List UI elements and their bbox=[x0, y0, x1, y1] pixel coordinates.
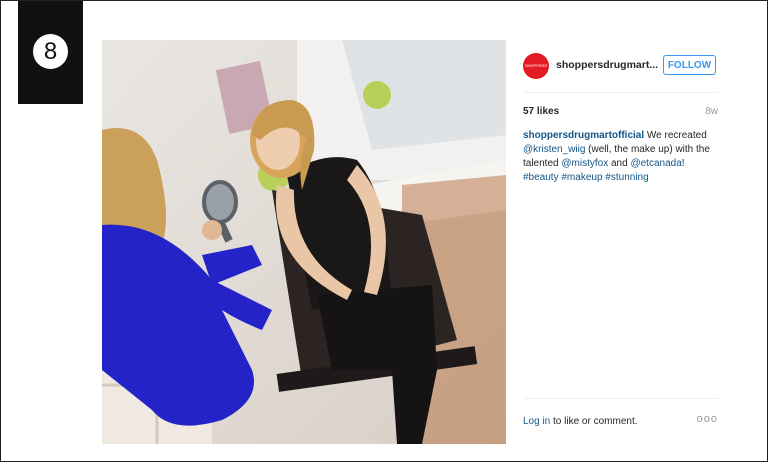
likes-count[interactable]: 57 likes bbox=[523, 106, 559, 117]
hashtag-link[interactable]: #stunning bbox=[605, 172, 648, 183]
mention-link[interactable]: @kristen_wiig bbox=[523, 144, 585, 155]
mention-link[interactable]: @etcanada bbox=[630, 158, 681, 169]
post-sidebar: SHOPPERS DRUG MART shoppersdrugmart... F… bbox=[523, 40, 718, 444]
post-header: SHOPPERS DRUG MART shoppersdrugmart... F… bbox=[523, 53, 718, 79]
post-image bbox=[102, 40, 506, 444]
header-divider bbox=[523, 92, 718, 93]
login-prompt: Log in to like or comment. bbox=[523, 416, 638, 427]
follow-button[interactable]: FOLLOW bbox=[663, 55, 716, 75]
post-age[interactable]: 8w bbox=[705, 106, 718, 117]
login-text: to like or comment. bbox=[550, 416, 638, 427]
rank-number: 8 bbox=[33, 34, 68, 69]
embed-frame: 8 SHOPPERS shoppersdrugmart... FOLLOW 57… bbox=[0, 0, 768, 462]
more-options-icon[interactable]: ooo bbox=[697, 413, 718, 425]
mention-link[interactable]: @mistyfox bbox=[561, 158, 608, 169]
hashtag-link[interactable]: #makeup bbox=[561, 172, 602, 183]
login-link[interactable]: Log in bbox=[523, 416, 550, 427]
rank-badge: 8 bbox=[18, 1, 83, 104]
post-photo[interactable] bbox=[102, 40, 506, 444]
account-username[interactable]: shoppersdrugmart... bbox=[556, 59, 658, 71]
hashtag-link[interactable]: #beauty bbox=[523, 172, 559, 183]
footer-divider bbox=[523, 398, 718, 399]
caption-text: and bbox=[608, 158, 631, 169]
post-caption: shoppersdrugmartofficial We recreated @k… bbox=[523, 129, 718, 185]
account-avatar[interactable]: SHOPPERS DRUG MART bbox=[523, 53, 549, 79]
caption-text: ! bbox=[681, 158, 685, 169]
caption-text: We recreated bbox=[644, 130, 707, 141]
caption-author-link[interactable]: shoppersdrugmartofficial bbox=[523, 130, 644, 141]
